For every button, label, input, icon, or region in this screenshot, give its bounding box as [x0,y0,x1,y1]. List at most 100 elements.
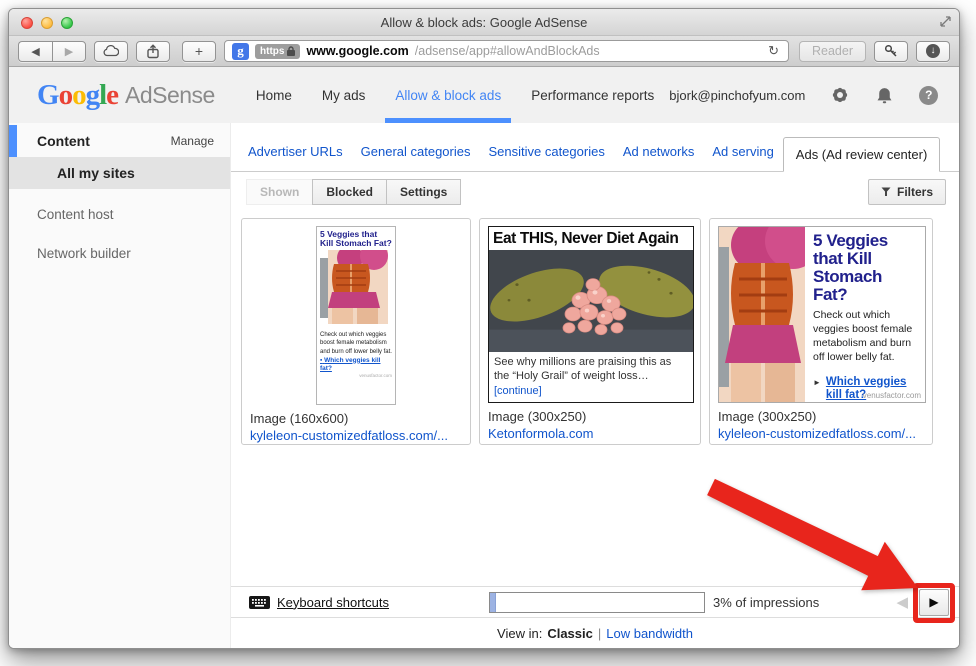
ad-cards-row: 5 Veggies that Kill Stomach Fat? [231,218,959,445]
address-bar[interactable]: g https www.google.com /adsense/app#allo… [224,40,789,62]
nav-my-ads[interactable]: My ads [307,67,381,123]
help-icon[interactable]: ? [919,86,938,105]
main-panel: Advertiser URLs General categories Sensi… [231,123,959,648]
product-name: AdSense [125,82,215,109]
adsense-page: Google AdSense Home My ads Allow & block… [9,67,959,648]
notifications-bell-icon[interactable] [875,86,894,105]
zoom-window-button[interactable] [61,17,73,29]
ad-destination-link[interactable]: Ketonformola.com [488,425,692,442]
pagination: ◀ ▶ [896,587,949,617]
keyboard-icon [249,596,270,609]
downloads-button[interactable]: ↓ [916,41,950,62]
ad-destination-link[interactable]: kyleleon-customizedfatloss.com/... [718,425,924,442]
status-bar: Keyboard shortcuts 3% of impressions ◀ ▶ [231,586,959,618]
nav-home[interactable]: Home [241,67,307,123]
filters-button[interactable]: Filters [868,179,946,205]
tab-sensitive-categories[interactable]: Sensitive categories [479,144,613,171]
tab-general-categories[interactable]: General categories [352,144,480,171]
ad-attribution: venusfactor.com [863,391,921,400]
cloud-icon [103,45,119,57]
impressions-progress-fill [490,593,496,612]
ad-body-text: Check out which veggies boost female met… [320,331,392,355]
nav-allow-block-ads[interactable]: Allow & block ads [380,67,516,123]
previous-page-button[interactable]: ◀ [896,593,908,611]
reader-button[interactable]: Reader [799,41,866,62]
history-nav-group: ◀ ▶ [18,41,86,62]
primary-nav: Home My ads Allow & block ads Performanc… [241,67,669,123]
url-host: www.google.com [306,44,408,58]
browser-window: Allow & block ads: Google AdSense ◀ ▶ + … [8,8,960,649]
https-label: https [260,46,284,57]
impressions-progress-bar [489,592,705,613]
ad-cta-link[interactable]: [continue] [494,385,542,397]
ad-card[interactable]: Eat THIS, Never Diet Again [479,218,701,445]
download-icon: ↓ [926,44,940,58]
ad-card[interactable]: 5 Veggies that Kill Stomach Fat? [241,218,471,445]
window-title: Allow & block ads: Google AdSense [381,15,588,30]
back-button[interactable]: ◀ [18,41,52,62]
keyboard-shortcuts-link[interactable]: Keyboard shortcuts [249,587,389,617]
share-icon [146,44,160,59]
close-window-button[interactable] [21,17,33,29]
window-titlebar: Allow & block ads: Google AdSense [9,9,959,36]
review-controls: Shown Blocked Settings Filters [231,179,959,205]
minimize-window-button[interactable] [41,17,53,29]
nav-performance-reports[interactable]: Performance reports [516,67,669,123]
adsense-header: Google AdSense Home My ads Allow & block… [9,67,959,123]
ad-headline: Eat THIS, Never Diet Again [489,227,693,250]
lock-icon [287,46,295,56]
shown-button[interactable]: Shown [246,179,312,205]
view-classic-current: Classic [547,626,593,641]
ad-format-label: Image (300x250) [488,408,692,425]
ad-body-text: See why millions are praising this as th… [489,352,693,402]
url-path: /adsense/app#allowAndBlockAds [415,44,760,58]
key-icon [884,44,898,58]
empty-space [231,445,959,586]
sidebar-item-all-my-sites[interactable]: All my sites [9,157,230,189]
forward-button[interactable]: ▶ [52,41,86,62]
icloud-tabs-button[interactable] [94,41,128,62]
sidebar-section-label: Content [37,133,90,149]
reload-icon[interactable]: ↻ [766,43,781,59]
filter-funnel-icon [881,187,891,197]
ad-creative-rectangle[interactable]: 5 Veggies that Kill Stomach Fat? Check o… [718,226,926,403]
ad-creative-skyscraper[interactable]: 5 Veggies that Kill Stomach Fat? [316,226,396,405]
fullscreen-icon[interactable] [940,16,951,27]
next-page-button[interactable]: ▶ [919,589,949,616]
tab-ad-serving[interactable]: Ad serving [703,144,782,171]
impressions-label: 3% of impressions [713,587,819,617]
ad-cta-link[interactable]: ▪ Which veggies kill fat? [320,357,392,373]
sidebar-manage-link[interactable]: Manage [171,134,214,148]
tab-bar: Advertiser URLs General categories Sensi… [231,136,959,172]
blocked-button[interactable]: Blocked [312,179,387,205]
ad-torso-image [320,250,392,324]
new-tab-button[interactable]: + [182,41,216,62]
ad-destination-link[interactable]: kyleleon-customizedfatloss.com/... [250,427,462,444]
footer-separator: | [598,626,601,641]
tab-ads-ad-review-center[interactable]: Ads (Ad review center) [783,137,941,172]
google-logo: Google [37,81,118,110]
ad-attribution: venusfactor.com [320,373,392,378]
password-button[interactable] [874,41,908,62]
header-icons: ? [830,85,942,105]
low-bandwidth-link[interactable]: Low bandwidth [606,626,693,641]
settings-button[interactable]: Settings [387,179,461,205]
sidebar-item-network-builder[interactable]: Network builder [9,234,230,273]
sidebar: Content Manage All my sites Content host… [9,123,231,648]
settings-gear-icon[interactable] [830,85,850,105]
content-area: Content Manage All my sites Content host… [9,123,959,648]
ad-body-text: Check out which veggies boost female met… [813,309,919,364]
ad-format-label: Image (160x600) [250,410,462,427]
ad-torso-image [719,227,805,402]
ad-fruit-image [489,250,693,352]
cta-bullet-icon: ► [813,378,821,387]
google-favicon-icon: g [232,43,249,60]
tab-ad-networks[interactable]: Ad networks [614,144,704,171]
ad-card[interactable]: 5 Veggies that Kill Stomach Fat? Check o… [709,218,933,445]
ad-creative-rectangle[interactable]: Eat THIS, Never Diet Again [488,226,694,403]
share-button[interactable] [136,41,170,62]
tab-advertiser-urls[interactable]: Advertiser URLs [239,144,352,171]
view-in-label: View in: [497,626,542,641]
account-email[interactable]: bjork@pinchofyum.com [669,88,805,103]
sidebar-item-content-host[interactable]: Content host [9,195,230,234]
